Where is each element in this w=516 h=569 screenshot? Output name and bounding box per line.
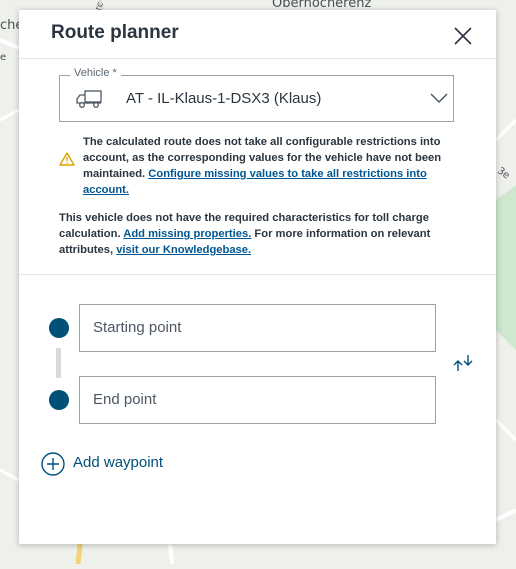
panel-title: Route planner [51,22,179,43]
route-planner-panel: Route planner Vehicle * AT - IL-Klaus-1-… [19,10,496,544]
plus-circle-icon [41,452,65,476]
section-divider [19,274,496,275]
end-point-marker [49,390,69,410]
vehicle-select[interactable]: Vehicle * AT - IL-Klaus-1-DSX3 (Klaus) [59,67,454,122]
knowledgebase-link[interactable]: visit our Knowledgebase. [116,244,251,256]
add-missing-properties-link[interactable]: Add missing properties. [123,228,251,240]
route-connector [56,348,61,378]
close-button[interactable] [451,24,475,48]
start-point-marker [49,318,69,338]
vehicle-label: Vehicle * [70,67,121,79]
restriction-warning-text: The calculated route does not take all c… [83,134,459,198]
starting-point-input[interactable] [93,319,413,336]
warning-icon [59,152,75,166]
end-point-field[interactable] [79,376,436,424]
toll-notice: This vehicle does not have the required … [59,210,459,258]
close-icon [454,27,472,45]
starting-point-field[interactable] [79,304,436,352]
vehicle-value: AT - IL-Klaus-1-DSX3 (Klaus) [126,90,322,107]
chevron-down-icon [430,93,448,104]
swap-icon[interactable] [452,353,474,373]
end-point-input[interactable] [93,391,413,408]
map-label-road: e [0,52,7,63]
add-waypoint-label: Add waypoint [73,454,164,471]
truck-icon [76,90,102,108]
panel-header: Route planner [19,10,496,59]
